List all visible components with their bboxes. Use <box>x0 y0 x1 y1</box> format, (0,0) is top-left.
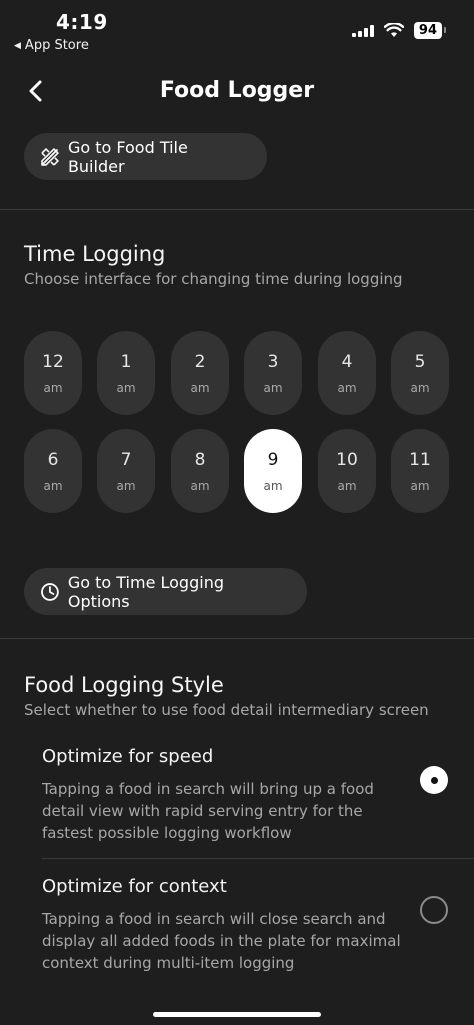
food-logger-screen: 4:19 ◀ App Store 94 Food Logger Go to Fo… <box>0 0 474 1025</box>
hour-ampm: am <box>410 479 430 493</box>
hour-number: 6 <box>47 450 59 470</box>
hour-ampm: am <box>263 381 283 395</box>
time-logging-options-label: Go to Time Logging Options <box>67 572 224 611</box>
hour-ampm: am <box>43 381 63 395</box>
status-time: 4:19 <box>56 10 108 34</box>
hour-button-12am[interactable]: 12 am <box>24 331 82 415</box>
hour-button-2am[interactable]: 2 am <box>171 331 229 415</box>
hour-ampm: am <box>190 479 210 493</box>
hour-button-1am[interactable]: 1 am <box>97 331 155 415</box>
hour-button-3am[interactable]: 3 am <box>244 331 302 415</box>
hour-ampm: am <box>116 479 136 493</box>
clock-icon <box>41 582 59 601</box>
hour-number: 10 <box>336 450 358 470</box>
back-to-app-store-link[interactable]: ◀ App Store <box>14 38 89 53</box>
back-app-label: App Store <box>24 38 89 53</box>
section-divider <box>0 209 474 210</box>
hour-button-11am[interactable]: 11 am <box>391 429 449 513</box>
hour-number: 5 <box>414 352 426 372</box>
hour-ampm: am <box>410 381 430 395</box>
hour-button-7am[interactable]: 7 am <box>97 429 155 513</box>
food-tile-builder-button[interactable]: Go to Food Tile Builder <box>24 133 267 180</box>
hour-ampm: am <box>337 381 357 395</box>
time-logging-title: Time Logging <box>24 242 166 266</box>
option-title: Optimize for context <box>42 876 227 897</box>
hour-number: 4 <box>341 352 353 372</box>
radio-button-unselected[interactable] <box>420 896 448 924</box>
hour-ampm: am <box>43 479 63 493</box>
page-title: Food Logger <box>159 78 315 103</box>
hour-number: 9 <box>267 450 279 470</box>
time-logging-options-button[interactable]: Go to Time Logging Options <box>24 568 307 615</box>
hour-button-10am[interactable]: 10 am <box>318 429 376 513</box>
option-divider <box>42 858 474 859</box>
hour-ampm: am <box>190 381 210 395</box>
hour-button-8am[interactable]: 8 am <box>171 429 229 513</box>
hour-number: 2 <box>194 352 206 372</box>
hour-button-6am[interactable]: 6 am <box>24 429 82 513</box>
hour-ampm: am <box>337 479 357 493</box>
hour-button-5am[interactable]: 5 am <box>391 331 449 415</box>
hour-number: 7 <box>120 450 132 470</box>
hour-button-9am-selected[interactable]: 9 am <box>244 429 302 513</box>
pencil-ruler-icon <box>41 147 59 166</box>
option-title: Optimize for speed <box>42 746 214 767</box>
radio-button-selected[interactable] <box>420 766 448 794</box>
hour-number: 8 <box>194 450 206 470</box>
food-tile-builder-label: Go to Food Tile Builder <box>67 137 188 176</box>
food-logging-style-title: Food Logging Style <box>24 673 224 697</box>
hour-number: 11 <box>409 450 431 470</box>
option-description: Tapping a food in search will bring up a… <box>42 780 374 842</box>
hour-ampm: am <box>116 381 136 395</box>
hour-number: 1 <box>120 352 132 372</box>
hour-number: 12 <box>42 352 64 372</box>
hour-number: 3 <box>267 352 279 372</box>
cellular-signal-icon <box>351 24 374 37</box>
hour-ampm: am <box>263 479 283 493</box>
wifi-icon <box>383 23 404 37</box>
left-triangle-icon: ◀ <box>14 40 21 51</box>
home-indicator <box>153 1012 321 1017</box>
hour-button-4am[interactable]: 4 am <box>318 331 376 415</box>
food-logging-style-subtitle: Select whether to use food detail interm… <box>24 701 429 719</box>
option-description: Tapping a food in search will close sear… <box>42 910 401 972</box>
battery-icon: 94 <box>413 22 447 39</box>
section-divider <box>0 638 474 639</box>
time-logging-subtitle: Choose interface for changing time durin… <box>24 270 403 288</box>
status-indicators: 94 <box>351 22 447 39</box>
